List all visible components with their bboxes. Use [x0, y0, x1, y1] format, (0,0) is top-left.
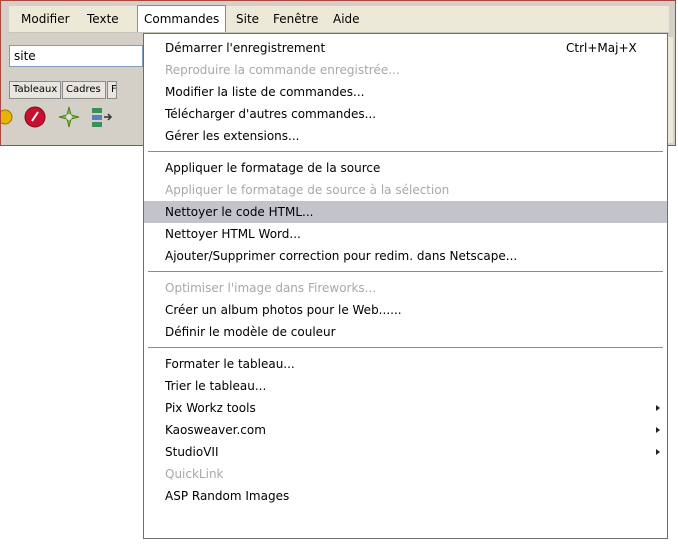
menu-item-label: Pix Workz tools [165, 401, 256, 415]
tab-cadres[interactable]: Cadres [62, 81, 106, 99]
menu-item-label: Définir le modèle de couleur [165, 325, 336, 339]
menu-item-label: Trier le tableau... [165, 379, 267, 393]
menu-site[interactable]: Site [230, 6, 265, 32]
menu-item[interactable]: Nettoyer le code HTML... [144, 201, 667, 223]
menu-item[interactable]: ASP Random Images [144, 485, 667, 507]
menu-item: Reproduire la commande enregistrée... [144, 59, 667, 81]
submenu-arrow-icon [656, 427, 660, 433]
submenu-arrow-icon [656, 449, 660, 455]
menu-item-label: Formater le tableau... [165, 357, 295, 371]
menu-item[interactable]: Nettoyer HTML Word... [144, 223, 667, 245]
menu-item: QuickLink [144, 463, 667, 485]
menu-item-label: Gérer les extensions... [165, 129, 300, 143]
menu-item: Appliquer le formatage de source à la sé… [144, 179, 667, 201]
menu-item-shortcut: Ctrl+Maj+X [566, 41, 637, 55]
menu-item-label: Nettoyer le code HTML... [165, 205, 314, 219]
menu-bar: Modifier Texte Commandes Site Fenêtre Ai… [9, 5, 669, 33]
menu-item[interactable]: Pix Workz tools [144, 397, 667, 419]
tab-f[interactable]: F [107, 81, 117, 99]
menu-item[interactable]: StudioVII [144, 441, 667, 463]
menu-separator [148, 151, 663, 153]
menu-item[interactable]: Formater le tableau... [144, 353, 667, 375]
layout-grid-icon[interactable] [89, 105, 113, 129]
menu-item[interactable]: Trier le tableau... [144, 375, 667, 397]
menu-item[interactable]: Kaosweaver.com [144, 419, 667, 441]
menu-item-label: Démarrer l'enregistrement [165, 41, 326, 55]
menu-item: Optimiser l'image dans Fireworks... [144, 277, 667, 299]
menu-item-label: Optimiser l'image dans Fireworks... [165, 281, 377, 295]
menu-item[interactable]: Modifier la liste de commandes... [144, 81, 667, 103]
menu-aide[interactable]: Aide [327, 6, 366, 32]
menu-separator [148, 347, 663, 349]
menu-item-label: Appliquer le formatage de source à la sé… [165, 183, 450, 197]
yellow-circle-icon[interactable] [0, 105, 25, 129]
menu-item[interactable]: Gérer les extensions... [144, 125, 667, 147]
submenu-arrow-icon [656, 405, 660, 411]
menu-item[interactable]: Télécharger d'autres commandes... [144, 103, 667, 125]
menu-item[interactable]: Définir le modèle de couleur [144, 321, 667, 343]
menu-item-label: Reproduire la commande enregistrée... [165, 63, 400, 77]
commands-menu: Démarrer l'enregistrement Ctrl+Maj+X Repro… [143, 33, 668, 539]
menu-item[interactable]: Appliquer le formatage de la source [144, 157, 667, 179]
red-record-icon[interactable] [23, 105, 47, 129]
menu-commandes[interactable]: Commandes [137, 5, 227, 32]
sparkle-icon[interactable] [57, 105, 81, 129]
menu-texte[interactable]: Texte [81, 6, 125, 32]
site-selector[interactable]: site [9, 45, 143, 67]
menu-item-label: Modifier la liste de commandes... [165, 85, 365, 99]
menu-item[interactable]: Ajouter/Supprimer correction pour redim.… [144, 245, 667, 267]
menu-item-label: Ajouter/Supprimer correction pour redim.… [165, 249, 518, 263]
menu-item-label: Nettoyer HTML Word... [165, 227, 301, 241]
menu-fenetre[interactable]: Fenêtre [267, 6, 324, 32]
menu-item[interactable]: Démarrer l'enregistrement Ctrl+Maj+X [144, 37, 667, 59]
menu-item[interactable]: Créer un album photos pour le Web...... [144, 299, 667, 321]
menu-item-label: StudioVII [165, 445, 219, 459]
menu-item-label: Créer un album photos pour le Web...... [165, 303, 402, 317]
menu-item-label: Télécharger d'autres commandes... [165, 107, 377, 121]
menu-item-label: Appliquer le formatage de la source [165, 161, 381, 175]
menu-separator [148, 271, 663, 273]
tab-tableaux[interactable]: Tableaux [9, 81, 61, 99]
menu-item-label: ASP Random Images [165, 489, 290, 503]
menu-modifier[interactable]: Modifier [15, 6, 76, 32]
menu-item-label: QuickLink [165, 467, 224, 481]
menu-item-label: Kaosweaver.com [165, 423, 266, 437]
